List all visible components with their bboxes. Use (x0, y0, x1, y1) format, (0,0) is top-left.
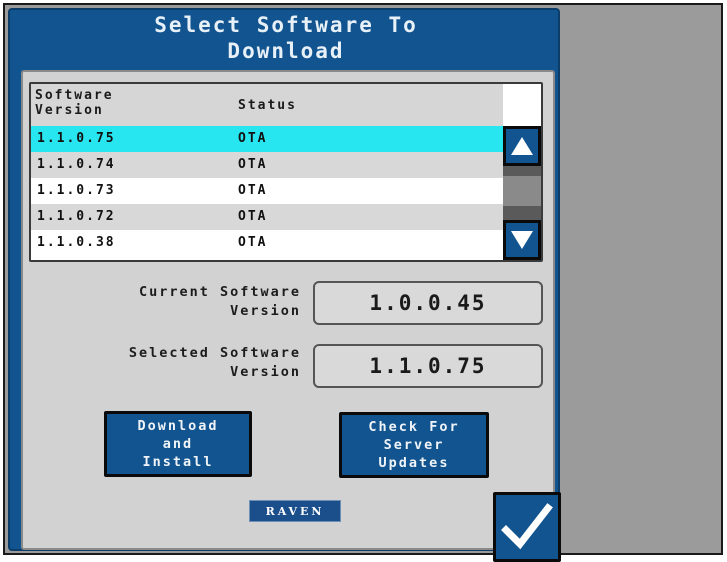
dialog-title: Select Software To Download (154, 13, 418, 63)
table-row[interactable]: 1.1.0.74 OTA (31, 152, 503, 178)
table-row[interactable]: 1.1.0.72 OTA (31, 204, 503, 230)
select-software-dialog: Select Software To Download Software Ver… (8, 8, 561, 562)
triangle-down-icon (511, 231, 533, 249)
screen: Select Software To Download Software Ver… (0, 0, 727, 562)
software-version-table: Software Version Status 1.1.0.75 OTA 1.1… (29, 82, 543, 262)
table-row[interactable]: 1.1.0.38 OTA (31, 230, 503, 256)
scroll-up-button[interactable] (503, 126, 541, 166)
selected-version-label: Selected Software Version (128, 345, 301, 380)
row-version: 1.1.0.73 (37, 183, 116, 198)
triangle-up-icon (511, 137, 533, 155)
checkmark-icon (501, 503, 553, 550)
column-header-status: Status (238, 98, 297, 113)
confirm-button[interactable] (493, 492, 561, 562)
row-status: OTA (238, 235, 268, 250)
row-version: 1.1.0.72 (37, 209, 116, 224)
row-status: OTA (238, 131, 268, 146)
side-panel (553, 5, 721, 553)
row-version: 1.1.0.38 (37, 235, 116, 250)
row-version: 1.1.0.74 (37, 157, 116, 172)
current-version-label: Current Software Version (138, 284, 301, 319)
column-header-version: Software Version (35, 88, 114, 118)
dialog-body: Software Version Status 1.1.0.75 OTA 1.1… (21, 70, 561, 562)
scroll-thumb[interactable] (503, 176, 541, 206)
row-status: OTA (238, 209, 268, 224)
download-install-button[interactable]: Download and Install (104, 411, 252, 477)
table-row[interactable]: 1.1.0.73 OTA (31, 178, 503, 204)
table-header: Software Version Status (31, 84, 503, 126)
current-version-value: 1.0.0.45 (313, 281, 543, 325)
row-version: 1.1.0.75 (37, 131, 116, 146)
row-status: OTA (238, 183, 268, 198)
raven-logo: RAVEN (249, 500, 341, 522)
row-status: OTA (238, 157, 268, 172)
table-row[interactable]: 1.1.0.75 OTA (31, 126, 503, 152)
table-scrollbar[interactable] (503, 126, 541, 260)
check-server-updates-button[interactable]: Check For Server Updates (339, 412, 489, 478)
scroll-down-button[interactable] (503, 220, 541, 260)
selected-version-value: 1.1.0.75 (313, 344, 543, 388)
